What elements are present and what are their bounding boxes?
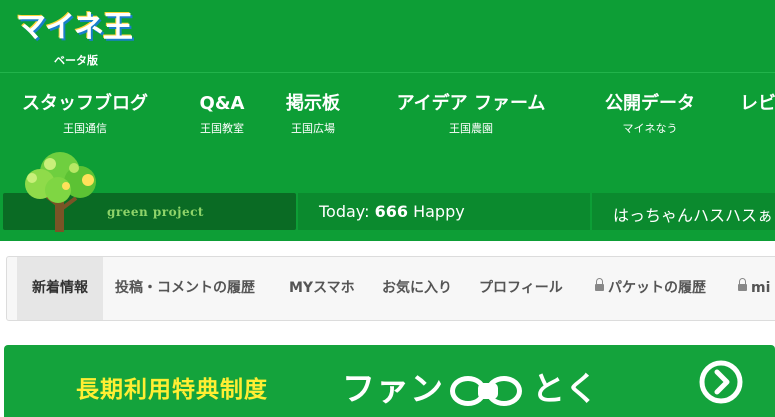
tab-label: プロフィール — [479, 280, 563, 296]
nav-item-review[interactable]: レビ — [740, 92, 775, 120]
tab-favorites[interactable]: お気に入り — [382, 257, 452, 320]
today-count: 666 — [374, 202, 408, 221]
tab-news[interactable]: 新着情報 — [17, 257, 103, 320]
nav-item-sublabel: 王国教室 — [200, 122, 244, 135]
tab-label: MYスマホ — [289, 280, 355, 296]
lock-icon — [595, 278, 604, 291]
header-divider — [0, 72, 775, 73]
today-counter: Today: 666 Happy — [319, 202, 465, 221]
nav-item-label: アイデア ファーム — [396, 93, 546, 114]
nav-item-sublabel: マイネなう — [622, 122, 678, 135]
chevron-right-circle-icon[interactable] — [698, 359, 744, 405]
tab-packet-history[interactable]: パケットの履歴 — [595, 257, 706, 320]
nav-item-public-data[interactable]: 公開データ マイネなう — [600, 92, 700, 136]
lock-icon — [738, 278, 747, 291]
nav-item-label: Q&A — [199, 93, 245, 114]
tab-label: 投稿・コメントの履歴 — [115, 280, 255, 296]
nav-item-sublabel: 王国広場 — [291, 122, 335, 135]
site-logo[interactable]: マイネ王 ベータ版 — [16, 8, 136, 68]
nav-item-label: 公開データ — [605, 93, 695, 114]
news-ticker[interactable]: はっちゃんハスハスぁ — [592, 193, 775, 230]
tab-label: パケットの履歴 — [608, 280, 706, 296]
banner-fan-text: ファン — [342, 369, 444, 408]
logo-subtitle: ベータ版 — [54, 54, 98, 67]
banner-program-name: 長期利用特典制度 — [76, 377, 268, 403]
nav-item-board[interactable]: 掲示板 王国広場 — [280, 92, 346, 136]
tab-mi[interactable]: mi — [738, 257, 770, 320]
banner-toku-text: とく — [532, 369, 600, 408]
nav-item-label: レビ — [740, 93, 775, 114]
ticker-text: はっちゃんハスハスぁ — [613, 206, 774, 225]
tab-post-history[interactable]: 投稿・コメントの履歴 — [115, 257, 255, 320]
nav-item-staff-blog[interactable]: スタッフブログ 王国通信 — [20, 92, 150, 136]
tab-my-smartphone[interactable]: MYスマホ — [289, 257, 355, 320]
tab-label: お気に入り — [382, 280, 452, 296]
nav-item-sublabel: 王国通信 — [63, 122, 107, 135]
today-suffix: Happy — [413, 202, 465, 221]
tab-profile[interactable]: プロフィール — [479, 257, 563, 320]
nav-item-label: 掲示板 — [286, 93, 340, 114]
mypage-tab-bar: 新着情報 投稿・コメントの履歴 MYスマホ お気に入り プロフィール パケットの… — [6, 256, 775, 321]
tab-label: 新着情報 — [32, 280, 88, 296]
nav-item-idea-farm[interactable]: アイデア ファーム 王国農園 — [393, 92, 549, 136]
handshake-rings-icon — [446, 374, 530, 408]
logo-text: マイネ王 — [16, 10, 133, 45]
green-project-label: green project — [107, 205, 204, 219]
nav-item-qa[interactable]: Q&A 王国教室 — [192, 92, 252, 136]
nav-item-label: スタッフブログ — [22, 93, 148, 114]
banner-logo-text: ファン とく — [342, 362, 599, 410]
tab-label: mi — [751, 280, 771, 296]
nav-item-sublabel: 王国農園 — [449, 122, 493, 135]
tree-icon — [25, 152, 96, 232]
today-prefix: Today: — [319, 202, 370, 221]
